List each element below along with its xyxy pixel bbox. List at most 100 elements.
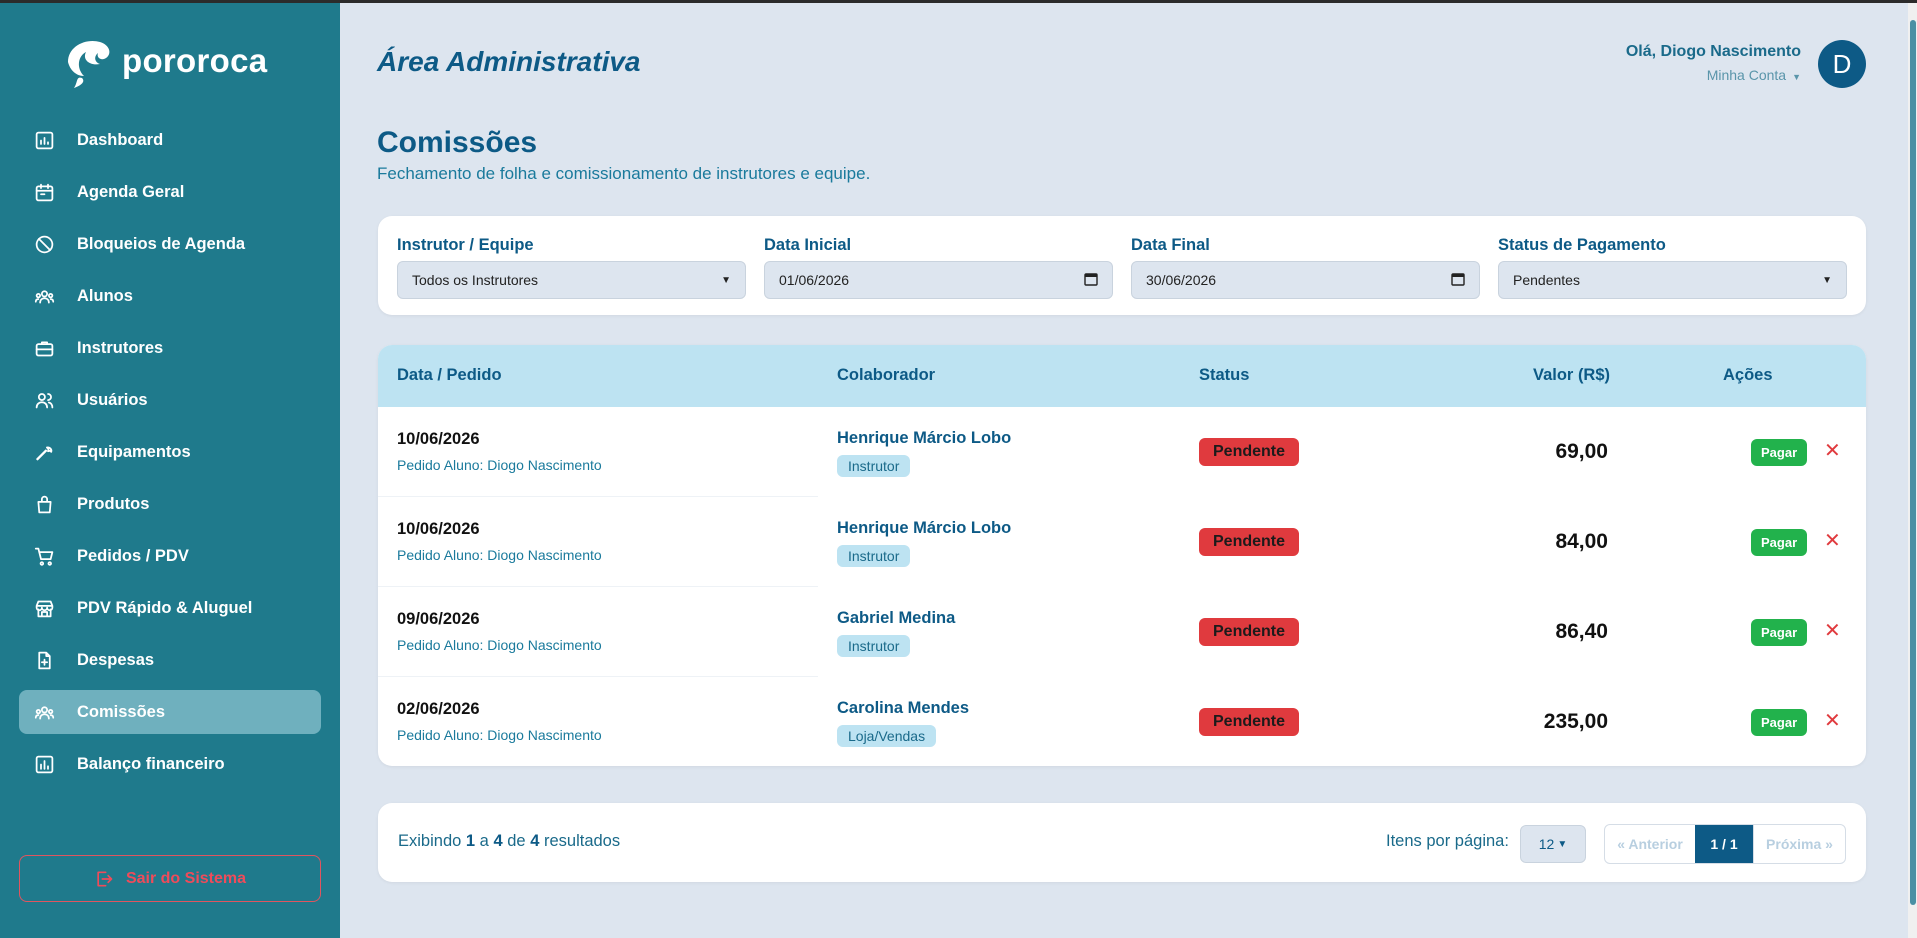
prev-page-button[interactable]: « Anterior	[1605, 825, 1695, 863]
sidebar-item-despesas[interactable]: Despesas	[19, 638, 321, 682]
calendar-icon	[33, 181, 55, 203]
sidebar-item-usuarios[interactable]: Usuários	[19, 378, 321, 422]
calendar-picker-icon[interactable]	[1451, 272, 1465, 289]
account-link[interactable]: Minha Conta ▼	[1626, 67, 1801, 83]
user-menu[interactable]: Olá, Diogo Nascimento Minha Conta ▼	[1626, 43, 1801, 83]
pay-button[interactable]: Pagar	[1751, 439, 1808, 466]
column-header-collaborator: Colaborador	[837, 366, 936, 384]
remove-icon[interactable]: ✕	[1824, 708, 1841, 733]
sidebar-item-label: Dashboard	[77, 130, 164, 149]
filter-payment-status: Status de Pagamento Pendentes ▼	[1498, 236, 1847, 299]
sidebar-item-comissoes[interactable]: Comissões	[19, 690, 321, 734]
row-collaborator-name: Henrique Márcio Lobo	[837, 519, 1012, 537]
row-value: 235,00	[1543, 710, 1608, 733]
wave-logo-icon	[68, 40, 110, 88]
filter-label: Status de Pagamento	[1498, 236, 1666, 254]
pay-button[interactable]: Pagar	[1751, 709, 1808, 736]
logout-button[interactable]: Sair do Sistema	[19, 855, 321, 902]
dropdown-arrow-icon: ▼	[1822, 274, 1832, 286]
summary-to: 4	[493, 832, 503, 850]
row-value: 69,00	[1555, 440, 1608, 463]
table-row: 02/06/2026 Pedido Aluno: Diogo Nasciment…	[378, 677, 1866, 766]
sidebar-item-label: Bloqueios de Agenda	[77, 234, 246, 253]
row-order: Pedido Aluno: Diogo Nascimento	[397, 637, 602, 653]
table-row: 09/06/2026 Pedido Aluno: Diogo Nasciment…	[378, 587, 1866, 677]
column-header-actions: Ações	[1723, 366, 1773, 384]
brand-logo[interactable]: pororoca	[60, 32, 267, 90]
summary-suffix: resultados	[543, 832, 621, 850]
logout-label: Sair do Sistema	[125, 869, 247, 887]
sidebar-item-agenda-geral[interactable]: Agenda Geral	[19, 170, 321, 214]
window-top-border	[0, 0, 1917, 3]
next-page-button[interactable]: Próxima »	[1753, 825, 1845, 863]
sidebar-item-dashboard[interactable]: Dashboard	[19, 118, 321, 162]
pay-button[interactable]: Pagar	[1751, 529, 1808, 556]
cart-icon	[33, 545, 55, 567]
sidebar-item-pdv-rapido[interactable]: PDV Rápido & Aluguel	[19, 586, 321, 630]
status-badge: Pendente	[1199, 708, 1300, 736]
sidebar: pororoca Dashboard Agenda Geral Bloqueio…	[0, 0, 340, 938]
filter-instructor: Instrutor / Equipe Todos os Instrutores …	[397, 236, 746, 299]
role-badge: Instrutor	[837, 455, 911, 477]
summary-total: 4	[530, 832, 540, 850]
dropdown-arrow-icon: ▼	[1557, 838, 1568, 850]
block-icon	[33, 233, 55, 255]
per-page-select[interactable]: 12 ▼	[1520, 825, 1586, 863]
start-date-input[interactable]: 01/06/2026	[764, 261, 1113, 299]
wrench-icon	[33, 441, 55, 463]
sidebar-item-label: Alunos	[77, 286, 133, 305]
brand-name: pororoca	[122, 42, 268, 79]
sidebar-item-label: Pedidos / PDV	[77, 546, 189, 565]
pagination-bar: Exibindo 1 a 4 de 4 resultados Itens por…	[378, 803, 1866, 882]
calendar-picker-icon[interactable]	[1084, 272, 1098, 289]
select-value: Todos os Instrutores	[412, 272, 539, 288]
bag-icon	[33, 493, 55, 515]
status-badge: Pendente	[1199, 438, 1300, 466]
row-date: 10/06/2026	[397, 520, 480, 538]
current-page[interactable]: 1 / 1	[1695, 825, 1753, 863]
column-header-date: Data / Pedido	[397, 366, 502, 384]
remove-icon[interactable]: ✕	[1824, 528, 1841, 553]
logout-icon	[97, 871, 113, 886]
users-icon	[33, 389, 55, 411]
sidebar-item-bloqueios[interactable]: Bloqueios de Agenda	[19, 222, 321, 266]
results-summary: Exibindo 1 a 4 de 4 resultados	[398, 832, 620, 851]
caret-down-icon: ▼	[1792, 72, 1801, 82]
file-plus-icon	[33, 649, 55, 671]
status-badge: Pendente	[1199, 618, 1300, 646]
sidebar-item-balanco[interactable]: Balanço financeiro	[19, 742, 321, 786]
scrollbar-thumb[interactable]	[1910, 20, 1916, 905]
sidebar-item-equipamentos[interactable]: Equipamentos	[19, 430, 321, 474]
sidebar-item-pedidos[interactable]: Pedidos / PDV	[19, 534, 321, 578]
user-greeting: Olá, Diogo Nascimento	[1625, 43, 1801, 60]
payment-status-select[interactable]: Pendentes ▼	[1498, 261, 1847, 299]
remove-icon[interactable]: ✕	[1824, 618, 1841, 643]
row-date: 02/06/2026	[397, 700, 480, 718]
role-badge: Instrutor	[837, 635, 911, 657]
summary-from: 1	[465, 832, 476, 850]
store-icon	[33, 597, 55, 619]
sidebar-item-alunos[interactable]: Alunos	[19, 274, 321, 318]
pay-button[interactable]: Pagar	[1751, 619, 1808, 646]
summary-prefix: Exibindo	[398, 832, 462, 850]
avatar[interactable]: D	[1818, 40, 1866, 88]
end-date-input[interactable]: 30/06/2026	[1131, 261, 1480, 299]
filters-card: Instrutor / Equipe Todos os Instrutores …	[378, 216, 1866, 315]
filter-end-date: Data Final 30/06/2026	[1131, 236, 1480, 299]
sidebar-item-label: Instrutores	[77, 338, 164, 357]
filter-label: Data Final	[1131, 236, 1210, 254]
sidebar-item-produtos[interactable]: Produtos	[19, 482, 321, 526]
status-badge: Pendente	[1199, 528, 1300, 556]
remove-icon[interactable]: ✕	[1824, 438, 1841, 463]
role-badge: Loja/Vendas	[837, 725, 937, 747]
instructor-select[interactable]: Todos os Instrutores ▼	[397, 261, 746, 299]
row-order: Pedido Aluno: Diogo Nascimento	[397, 457, 602, 473]
sidebar-item-label: Usuários	[77, 390, 148, 409]
dropdown-arrow-icon: ▼	[721, 274, 731, 286]
dashboard-icon	[33, 129, 55, 151]
sidebar-item-instrutores[interactable]: Instrutores	[19, 326, 321, 370]
row-collaborator-name: Henrique Márcio Lobo	[837, 429, 1012, 447]
commissions-table: Data / Pedido Colaborador Status Valor (…	[378, 345, 1866, 766]
table-row: 10/06/2026 Pedido Aluno: Diogo Nasciment…	[378, 497, 1866, 587]
summary-sep: de	[507, 832, 526, 850]
